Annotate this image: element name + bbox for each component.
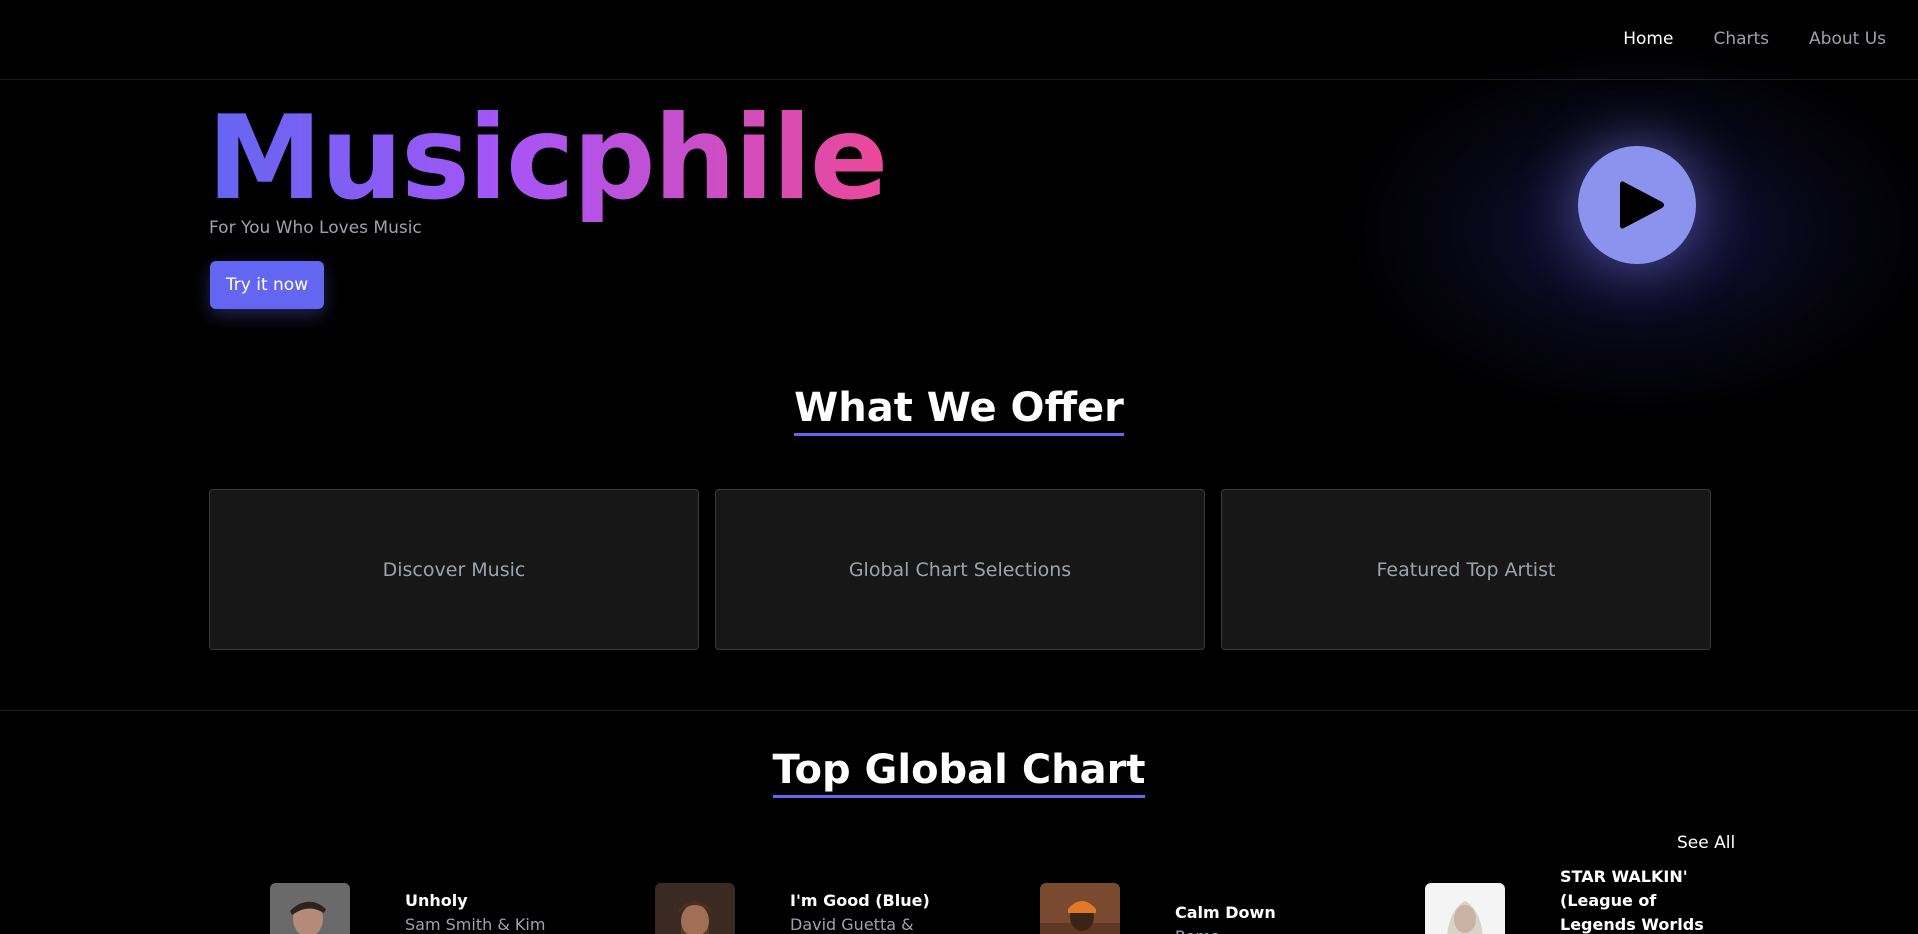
see-all-link[interactable]: See All (1677, 833, 1735, 853)
track-info: I'm Good (Blue) David Guetta & (790, 889, 940, 934)
album-art (270, 883, 350, 934)
album-art (1040, 883, 1120, 934)
chart-title-text: Top Global Chart (772, 747, 1146, 798)
track-artist: Rema (1175, 925, 1325, 934)
card-label: Global Chart Selections (848, 558, 1072, 581)
offer-cards: Discover Music Global Chart Selections F… (209, 489, 1711, 650)
offer-section-title: What We Offer (0, 385, 1918, 436)
offer-title-text: What We Offer (794, 385, 1124, 436)
track-artist: David Guetta & (790, 915, 914, 934)
hero-subtitle: For You Who Loves Music (209, 218, 422, 238)
nav-about-link[interactable]: About Us (1809, 29, 1886, 49)
chart-section-title: Top Global Chart (0, 747, 1918, 798)
global-chart-selections-card[interactable]: Global Chart Selections (715, 489, 1205, 650)
track-name: I'm Good (Blue) (790, 891, 930, 910)
section-divider (0, 710, 1918, 711)
track-info: Calm Down Rema (1175, 901, 1325, 934)
discover-music-card[interactable]: Discover Music (209, 489, 699, 650)
album-art (655, 883, 735, 934)
card-label: Featured Top Artist (1376, 558, 1556, 581)
card-label: Discover Music (382, 558, 526, 581)
nav-charts-link[interactable]: Charts (1713, 29, 1769, 49)
album-art (1425, 883, 1505, 934)
track-info: Unholy Sam Smith & Kim (405, 889, 555, 934)
play-button[interactable] (1578, 146, 1696, 264)
track-name: Calm Down (1175, 903, 1276, 922)
try-it-now-button[interactable]: Try it now (210, 261, 324, 309)
track-name: Unholy (405, 891, 468, 910)
track-artist: Sam Smith & Kim (405, 915, 546, 934)
track-info: STAR WALKIN' (League of Legends Worlds (1560, 865, 1710, 934)
featured-top-artist-card[interactable]: Featured Top Artist (1221, 489, 1711, 650)
track-name: STAR WALKIN' (League of Legends Worlds (1560, 867, 1704, 934)
play-icon (1620, 181, 1664, 229)
hero-title: Musicphile (207, 86, 888, 231)
